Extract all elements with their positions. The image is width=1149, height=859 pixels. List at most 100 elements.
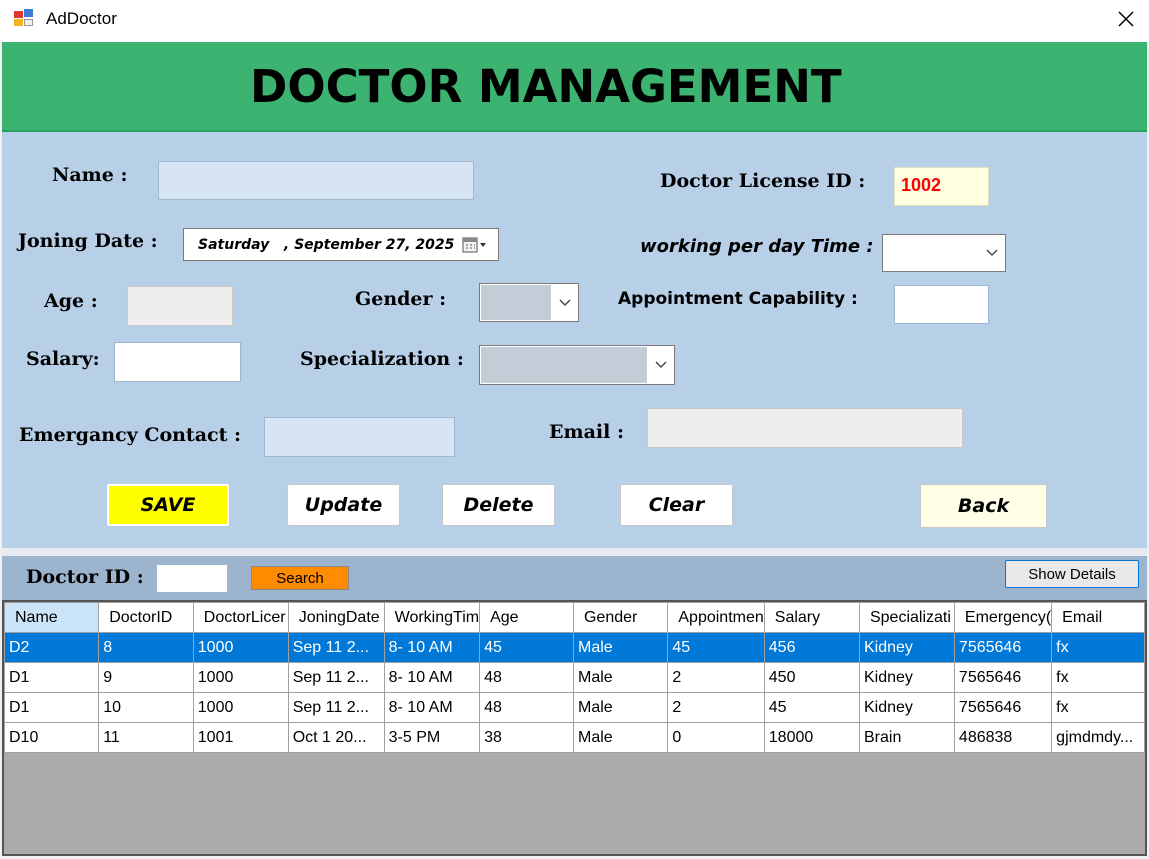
appointment-label: Appointment Capability : (618, 289, 858, 309)
table-cell[interactable]: 486838 (953, 722, 1053, 753)
table-cell[interactable]: 10 (98, 692, 194, 723)
table-cell[interactable]: 1000 (192, 692, 289, 723)
table-header-row: Name DoctorID DoctorLicer JoningDate Working… (4, 602, 1145, 633)
column-header[interactable]: WorkingTim (383, 602, 481, 633)
table-cell[interactable]: D10 (4, 722, 100, 753)
table-cell[interactable]: 1000 (192, 662, 289, 693)
table-cell[interactable]: 9 (98, 662, 194, 693)
delete-button[interactable]: Delete (442, 484, 555, 526)
doctor-id-input[interactable] (156, 564, 228, 593)
table-cell[interactable]: 48 (479, 662, 574, 693)
doctor-form: Name : Doctor License ID : 1002 Joning D… (2, 132, 1147, 548)
calendar-icon[interactable] (462, 237, 488, 258)
gender-select[interactable] (479, 283, 579, 322)
table-cell[interactable]: Male (572, 662, 669, 693)
column-header[interactable]: Salary (763, 602, 860, 633)
table-cell[interactable]: 2 (667, 662, 765, 693)
license-field: 1002 (894, 167, 989, 206)
table-cell[interactable]: fx (1051, 692, 1145, 723)
table-cell[interactable]: Kidney (858, 632, 955, 663)
table-cell[interactable]: D2 (4, 632, 100, 663)
table-cell[interactable]: 11 (98, 722, 194, 753)
salary-input[interactable] (114, 342, 241, 382)
table-cell[interactable]: 8- 10 AM (383, 662, 481, 693)
column-header[interactable]: Age (479, 602, 574, 633)
table-cell[interactable]: 8 (98, 632, 194, 663)
search-button[interactable]: Search (251, 566, 349, 590)
table-cell[interactable]: Kidney (858, 692, 955, 723)
table-cell[interactable]: fx (1051, 632, 1145, 663)
table-cell[interactable]: Brain (858, 722, 955, 753)
table-cell[interactable]: Kidney (858, 662, 955, 693)
table-cell[interactable]: 8- 10 AM (383, 692, 481, 723)
table-cell[interactable]: Sep 11 2... (287, 692, 385, 723)
column-header[interactable]: JoningDate (287, 602, 385, 633)
table-cell[interactable]: gjmdmdy... (1051, 722, 1145, 753)
table-cell[interactable]: 45 (667, 632, 765, 663)
table-cell[interactable]: Male (572, 722, 669, 753)
table-cell[interactable]: 45 (479, 632, 574, 663)
email-label: Email : (549, 421, 624, 443)
table-cell[interactable]: 1000 (192, 632, 289, 663)
doctor-id-label: Doctor ID : (26, 566, 144, 588)
column-header[interactable]: Email (1051, 602, 1145, 633)
back-button[interactable]: Back (920, 484, 1047, 528)
table-cell[interactable]: 18000 (763, 722, 860, 753)
table-cell[interactable]: 48 (479, 692, 574, 723)
column-header[interactable]: DoctorID (98, 602, 194, 633)
table-cell[interactable]: Sep 11 2... (287, 662, 385, 693)
column-header[interactable]: DoctorLicer (192, 602, 289, 633)
table-cell[interactable]: Male (572, 632, 669, 663)
table-cell[interactable]: 0 (667, 722, 765, 753)
specialization-value (481, 347, 647, 383)
page-title: DOCTOR MANAGEMENT (250, 60, 842, 113)
license-value: 1002 (901, 175, 942, 195)
update-button[interactable]: Update (287, 484, 400, 526)
joining-date-picker[interactable]: Saturday , September 27, 2025 (183, 228, 499, 261)
clear-button[interactable]: Clear (620, 484, 733, 526)
email-input[interactable] (647, 408, 963, 448)
show-details-button[interactable]: Show Details (1005, 560, 1139, 588)
specialization-select[interactable] (479, 345, 675, 385)
table-cell[interactable]: 3-5 PM (383, 722, 481, 753)
table-row[interactable]: D1 9 1000 Sep 11 2... 8- 10 AM 48 Male 2 450 Kidn… (4, 662, 1145, 693)
emergency-contact-input[interactable] (264, 417, 455, 457)
table-cell[interactable]: 456 (763, 632, 860, 663)
header-banner: DOCTOR MANAGEMENT (2, 42, 1147, 132)
table-cell[interactable]: 38 (479, 722, 574, 753)
table-row[interactable]: D2 8 1000 Sep 11 2... 8- 10 AM 45 Male 45 456 Kid… (4, 632, 1145, 663)
table-cell[interactable]: Oct 1 20... (287, 722, 385, 753)
table-cell[interactable]: 450 (763, 662, 860, 693)
gender-label: Gender : (355, 288, 447, 310)
close-icon[interactable] (1103, 0, 1149, 38)
appointment-input[interactable] (894, 285, 989, 324)
save-button[interactable]: SAVE (107, 484, 229, 526)
table-cell[interactable]: 7565646 (953, 632, 1053, 663)
working-time-select[interactable] (882, 234, 1006, 272)
table-cell[interactable]: 45 (763, 692, 860, 723)
table-cell[interactable]: fx (1051, 662, 1145, 693)
column-header[interactable]: Name (4, 602, 100, 633)
column-header[interactable]: Emergency( (953, 602, 1053, 633)
table-cell[interactable]: 1001 (192, 722, 289, 753)
table-cell[interactable]: 2 (667, 692, 765, 723)
chevron-down-icon (979, 235, 1005, 271)
column-header[interactable]: Appointmen (667, 602, 765, 633)
table-cell[interactable]: D1 (4, 692, 100, 723)
table-cell[interactable]: 7565646 (953, 692, 1053, 723)
column-header[interactable]: Specializati (858, 602, 955, 633)
chevron-down-icon (648, 346, 674, 384)
column-header[interactable]: Gender (572, 602, 669, 633)
table-cell[interactable]: Male (572, 692, 669, 723)
table-cell[interactable]: 7565646 (953, 662, 1053, 693)
table-row[interactable]: D1 10 1000 Sep 11 2... 8- 10 AM 48 Male 2 45 Kidn… (4, 692, 1145, 723)
doctor-table[interactable]: Name DoctorID DoctorLicer JoningDate Working… (2, 600, 1147, 856)
name-input[interactable] (158, 161, 474, 200)
age-input[interactable] (127, 286, 233, 326)
table-cell[interactable]: D1 (4, 662, 100, 693)
table-cell[interactable]: Sep 11 2... (287, 632, 385, 663)
table-row[interactable]: D10 11 1001 Oct 1 20... 3-5 PM 38 Male 0 18000 Br… (4, 722, 1145, 753)
table-cell[interactable]: 8- 10 AM (383, 632, 481, 663)
name-label: Name : (52, 164, 128, 186)
joining-date-value: Saturday , September 27, 2025 (198, 237, 455, 253)
